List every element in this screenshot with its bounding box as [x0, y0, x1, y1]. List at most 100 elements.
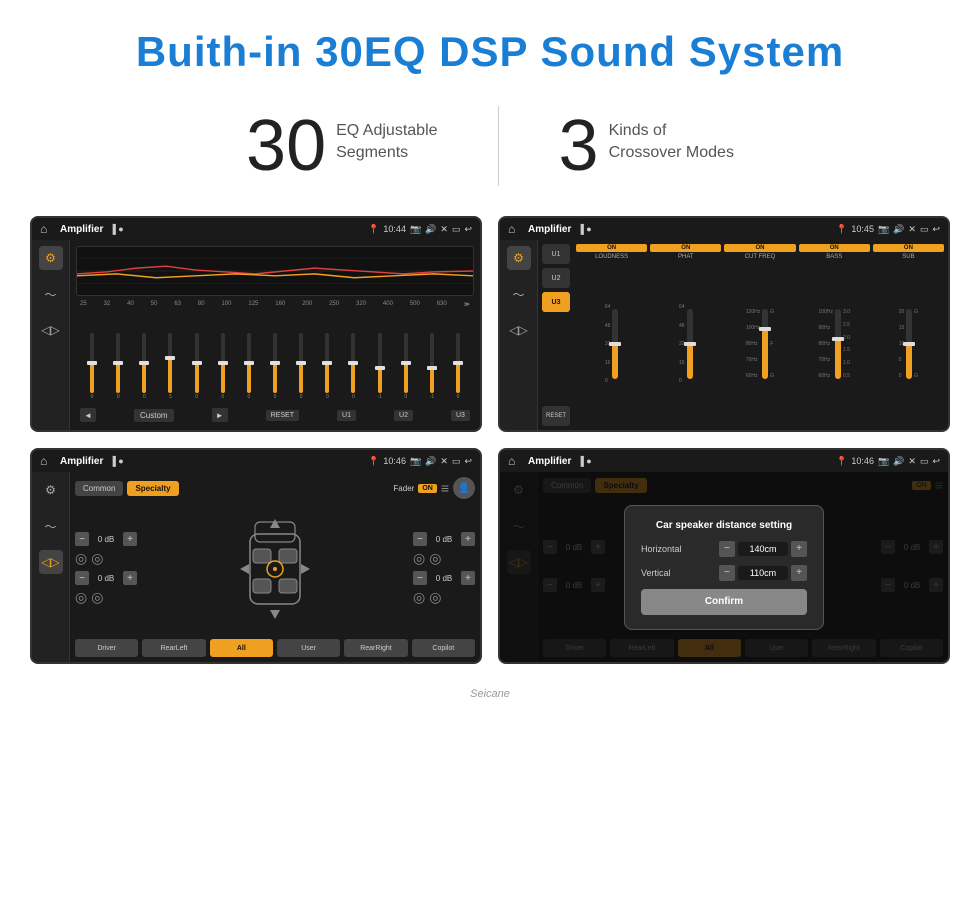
- eq-main: 25 32 40 50 63 80 100 125 160 200 250 32…: [70, 240, 480, 430]
- speaker-front-right-icon2: ◎: [429, 550, 441, 567]
- horizontal-control: − 140cm +: [719, 541, 807, 557]
- db-minus-3[interactable]: −: [413, 532, 427, 546]
- vertical-control: − 110cm +: [719, 565, 807, 581]
- fader-text-label: Fader: [393, 484, 414, 493]
- eq-freq-labels: 25 32 40 50 63 80 100 125 160 200 250 32…: [76, 300, 474, 309]
- eq-sidebar-vol[interactable]: ◁▷: [39, 318, 63, 342]
- eq-reset-btn[interactable]: RESET: [266, 410, 299, 421]
- eq-slider-15[interactable]: 0: [446, 333, 470, 400]
- crossover-sidebar-eq[interactable]: ⚙: [507, 246, 531, 270]
- band-sub-slider[interactable]: [906, 309, 912, 379]
- crossover-close-icon: ✕: [908, 224, 916, 235]
- eq-sidebar-eq[interactable]: ⚙: [39, 246, 63, 270]
- eq-slider-5[interactable]: 0: [185, 333, 209, 400]
- home-icon[interactable]: ⌂: [40, 222, 54, 236]
- eq-slider-11[interactable]: 0: [341, 333, 365, 400]
- band-phat-slider[interactable]: [687, 309, 693, 379]
- eq-slider-4[interactable]: 5: [158, 333, 182, 400]
- eq-sidebar: ⚙ 〜 ◁▷: [32, 240, 70, 430]
- fader-home-icon[interactable]: ⌂: [40, 454, 54, 468]
- eq-u1-btn[interactable]: U1: [337, 410, 356, 421]
- eq-slider-7[interactable]: 0: [237, 333, 261, 400]
- band-bass-slider[interactable]: [835, 309, 841, 379]
- eq-slider-13[interactable]: 0: [394, 333, 418, 400]
- fader-sidebar: ⚙ 〜 ◁▷: [32, 472, 70, 662]
- eq-number: 30: [246, 110, 326, 182]
- speaker-front-left-icon2: ◎: [91, 550, 103, 567]
- eq-u2-btn[interactable]: U2: [394, 410, 413, 421]
- speaker-front-right-icon: ◎: [413, 550, 425, 567]
- fader-on-badge: ON: [418, 484, 437, 493]
- crossover-sidebar-vol[interactable]: ◁▷: [507, 318, 531, 342]
- fader-sidebar-vol[interactable]: ◁▷: [39, 550, 63, 574]
- crossover-home-icon[interactable]: ⌂: [508, 222, 522, 236]
- rearleft-btn[interactable]: RearLeft: [142, 639, 205, 657]
- stat-crossover: 3 Kinds of Crossover Modes: [499, 110, 794, 182]
- band-loudness-on[interactable]: ON: [576, 244, 647, 252]
- db-plus-4[interactable]: +: [461, 571, 475, 585]
- vertical-minus[interactable]: −: [719, 565, 735, 581]
- eq-slider-14[interactable]: -1: [420, 333, 444, 400]
- crossover-sidebar-wave[interactable]: 〜: [507, 282, 531, 306]
- eq-slider-1[interactable]: 0: [80, 333, 104, 400]
- page-title: Buith-in 30EQ DSP Sound System: [40, 28, 940, 76]
- band-bass-on[interactable]: ON: [799, 244, 870, 252]
- db-minus-1[interactable]: −: [75, 532, 89, 546]
- band-phat-on[interactable]: ON: [650, 244, 721, 252]
- dialog-home-icon[interactable]: ⌂: [508, 454, 522, 468]
- driver-btn[interactable]: Driver: [75, 639, 138, 657]
- db-plus-1[interactable]: +: [123, 532, 137, 546]
- eq-u3-btn[interactable]: U3: [451, 410, 470, 421]
- eq-next-btn[interactable]: ►: [212, 408, 228, 422]
- horizontal-row: Horizontal − 140cm +: [641, 541, 807, 557]
- copilot-btn[interactable]: Copilot: [412, 639, 475, 657]
- eq-slider-6[interactable]: 0: [211, 333, 235, 400]
- confirm-button[interactable]: Confirm: [641, 589, 807, 615]
- fader-user-icon[interactable]: 👤: [453, 477, 475, 499]
- fader-time: 10:46: [383, 456, 406, 466]
- db-minus-4[interactable]: −: [413, 571, 427, 585]
- db-plus-2[interactable]: +: [123, 571, 137, 585]
- horizontal-plus[interactable]: +: [791, 541, 807, 557]
- all-btn[interactable]: All: [210, 639, 273, 657]
- fader-location-icon: 📍: [368, 456, 379, 467]
- vertical-plus[interactable]: +: [791, 565, 807, 581]
- band-sub-on[interactable]: ON: [873, 244, 944, 252]
- eq-slider-3[interactable]: 0: [132, 333, 156, 400]
- fader-sidebar-wave[interactable]: 〜: [39, 514, 63, 538]
- user-btn[interactable]: User: [277, 639, 340, 657]
- fader-camera-icon: 📷: [410, 456, 421, 467]
- eq-slider-9[interactable]: 0: [289, 333, 313, 400]
- eq-slider-2[interactable]: 0: [106, 333, 130, 400]
- eq-location-icon: 📍: [368, 224, 379, 235]
- rearright-btn[interactable]: RearRight: [344, 639, 407, 657]
- eq-custom-label: Custom: [134, 409, 174, 422]
- band-loudness-slider[interactable]: [612, 309, 618, 379]
- crossover-reset-btn[interactable]: RESET: [542, 406, 570, 426]
- eq-slider-8[interactable]: 0: [263, 333, 287, 400]
- eq-slider-10[interactable]: 0: [315, 333, 339, 400]
- band-cutfreq-slider[interactable]: [762, 309, 768, 379]
- band-loudness-label: LOUDNESS: [595, 254, 628, 260]
- specialty-btn[interactable]: Specialty: [127, 481, 178, 496]
- fader-sidebar-eq[interactable]: ⚙: [39, 478, 63, 502]
- crossover-camera-icon: 📷: [878, 224, 889, 235]
- preset-u2[interactable]: U2: [542, 268, 570, 288]
- preset-u3[interactable]: U3: [542, 292, 570, 312]
- common-btn[interactable]: Common: [75, 481, 123, 496]
- fader-close-icon: ✕: [440, 456, 448, 467]
- eq-slider-12[interactable]: -1: [368, 333, 392, 400]
- dialog-screen: ⌂ Amplifier ▐ ● 📍 10:46 📷 🔊 ✕ ▭ ↩ ⚙ 〜 ◁▷: [498, 448, 950, 664]
- eq-window-icon: ▭: [452, 224, 461, 235]
- band-cutfreq-on[interactable]: ON: [724, 244, 795, 252]
- fader-sliders-icon: ≡: [441, 480, 449, 496]
- db-minus-2[interactable]: −: [75, 571, 89, 585]
- eq-sidebar-wave[interactable]: 〜: [39, 282, 63, 306]
- db-plus-3[interactable]: +: [461, 532, 475, 546]
- preset-u1[interactable]: U1: [542, 244, 570, 264]
- band-loudness: ON LOUDNESS 64 48 32 16 0: [576, 244, 647, 426]
- vertical-row: Vertical − 110cm +: [641, 565, 807, 581]
- eq-prev-btn[interactable]: ◄: [80, 408, 96, 422]
- horizontal-minus[interactable]: −: [719, 541, 735, 557]
- crossover-time: 10:45: [851, 224, 874, 234]
